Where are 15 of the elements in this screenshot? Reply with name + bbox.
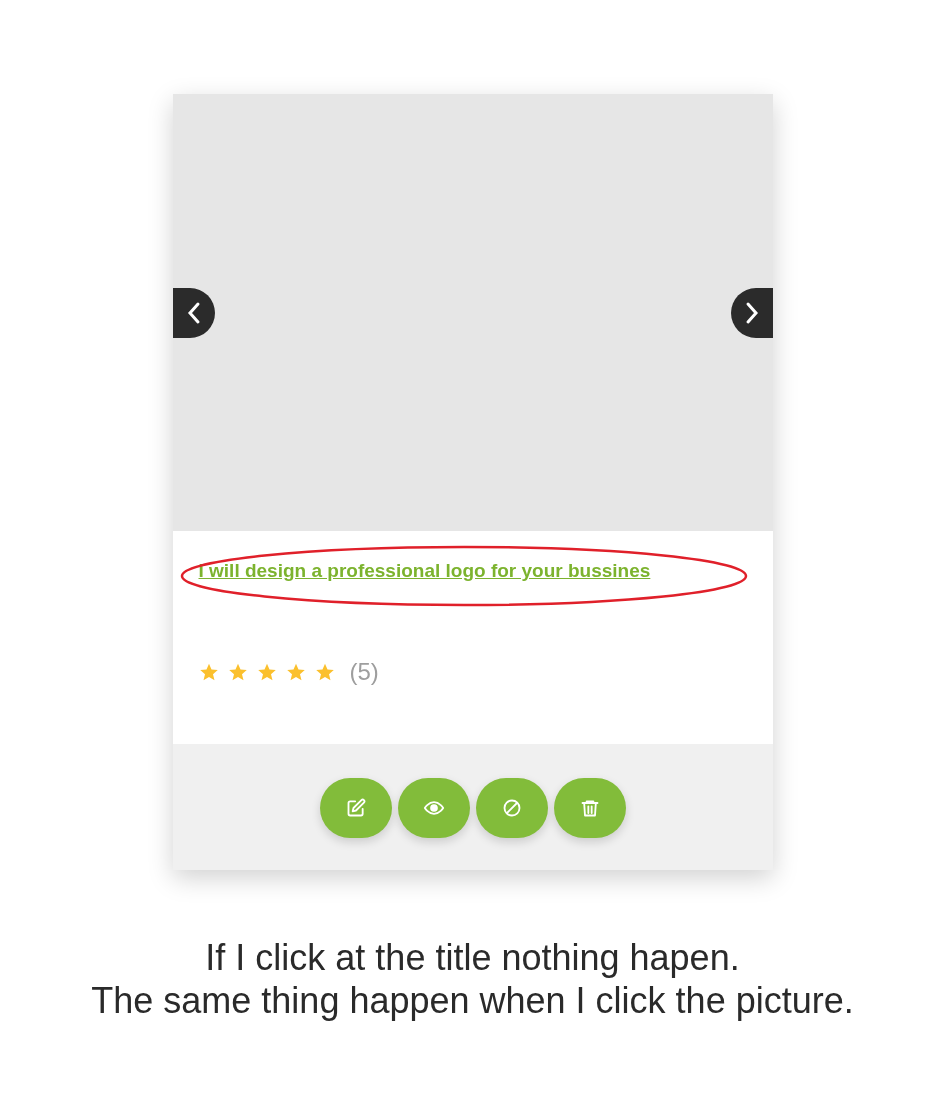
- view-button[interactable]: [397, 778, 470, 838]
- blocked-icon: [501, 798, 522, 818]
- previous-button[interactable]: [172, 288, 215, 338]
- edit-icon: [345, 798, 366, 818]
- next-button[interactable]: [730, 288, 773, 338]
- chevron-right-icon: [744, 301, 759, 325]
- caption-line: If I click at the title nothing hapen.: [205, 936, 740, 979]
- chevron-left-icon: [186, 301, 201, 325]
- disable-button[interactable]: [475, 778, 548, 838]
- eye-icon: [421, 798, 446, 818]
- caption-line: The same thing happen when I click the picture.: [91, 979, 854, 1022]
- delete-button[interactable]: [553, 778, 626, 838]
- trash-icon: [579, 798, 600, 818]
- edit-button[interactable]: [319, 778, 392, 838]
- rating-count: (5): [349, 656, 379, 687]
